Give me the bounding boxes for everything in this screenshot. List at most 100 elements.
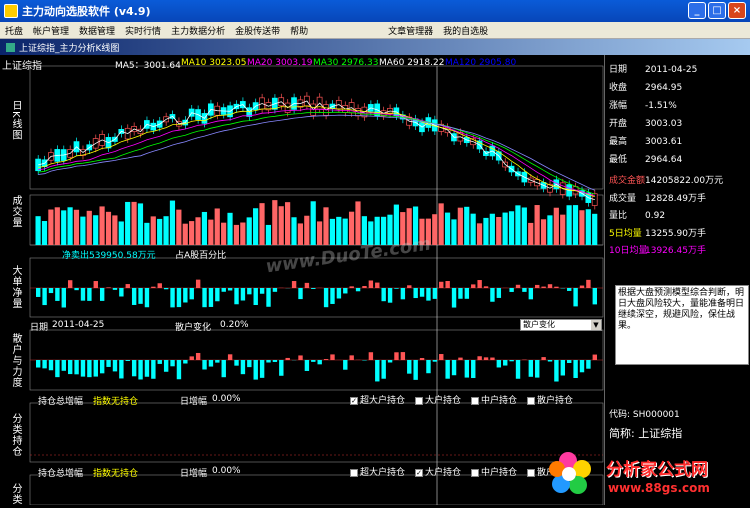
holding-checkbox[interactable]: ✓超大户持仓 (350, 396, 405, 406)
ma-label: MA20 3003.19 (247, 58, 312, 68)
checkbox-label: 中户持仓 (481, 396, 517, 406)
info-value: 0.92 (645, 211, 665, 221)
ma-label: MA5：3001.64 (115, 58, 181, 71)
ma-label: MA30 2976.33 (313, 58, 378, 68)
holding-checkbox[interactable]: ✓大户持仓 (415, 468, 461, 478)
checkbox-icon[interactable] (527, 397, 535, 405)
menu-help[interactable]: 帮助 (285, 24, 313, 37)
name-value: 上证综指 (638, 427, 682, 440)
day-inc-value-2: 0.00% (212, 466, 241, 476)
info-panel: 日期2011-04-25收盘2964.95涨幅-1.51%开盘3003.03最高… (604, 55, 750, 505)
holding-checkbox[interactable]: 散户持仓 (527, 396, 573, 406)
code-row: 代码: SH000001 (609, 407, 680, 420)
retail-label: 散户与力度 (8, 333, 23, 388)
info-value: 12828.49万手 (645, 194, 706, 204)
maximize-button[interactable]: □ (708, 2, 726, 19)
info-value: 13926.45万手 (645, 246, 706, 256)
info-value: 3003.03 (645, 119, 682, 129)
info-value: 2964.95 (645, 83, 682, 93)
minimize-button[interactable]: _ (688, 2, 706, 19)
ma-label: MA10 3023.05 (181, 58, 246, 68)
document-title-bar: 上证综指_主力分析K线图 (0, 39, 750, 55)
chart-area[interactable]: 上证综指 MA5：3001.64MA10 3023.05MA20 3003.19… (0, 55, 604, 505)
info-key: 10日均量 (609, 243, 645, 256)
checkbox-icon[interactable] (527, 469, 535, 477)
code-label: 代码: (609, 410, 630, 420)
hold-total-label-2: 持仓总增幅 (38, 466, 83, 479)
info-key: 收盘 (609, 80, 645, 93)
menu-golden[interactable]: 金股传送带 (230, 24, 285, 37)
holding-checkbox[interactable]: 大户持仓 (415, 396, 461, 406)
checkbox-label: 大户持仓 (425, 468, 461, 478)
big-order-label: 大单净量 (8, 265, 23, 309)
menu-articles[interactable]: 文章管理器 (383, 24, 438, 37)
holding-checkbox[interactable]: 中户持仓 (471, 396, 517, 406)
menu-account[interactable]: 帐户管理 (28, 24, 74, 37)
forecast-text: 根据大盘预测模型综合判断，明日大盘风险较大，量能准备明日继续深空，规避风险，保住… (615, 285, 749, 365)
menu-watchlist[interactable]: 我的自选股 (438, 24, 493, 37)
info-row: 开盘3003.03 (609, 116, 682, 129)
retail-change-label: 散户变化 (175, 320, 211, 333)
holding-label: 分类持仓 (8, 413, 23, 457)
net-sell-text: 净卖出539950.58万元 (62, 248, 156, 261)
info-value: 13255.90万手 (645, 229, 706, 239)
info-value: 2964.64 (645, 155, 682, 165)
checkbox-icon[interactable] (415, 397, 423, 405)
info-row: 量比0.92 (609, 208, 665, 221)
holding-checkbox[interactable]: 中户持仓 (471, 468, 517, 478)
info-key: 5日均量 (609, 226, 645, 239)
flower-logo-icon (548, 447, 604, 505)
checkbox-icon[interactable] (471, 469, 479, 477)
title-bar: 主力动向选股软件 (v4.9) _ □ × (0, 0, 750, 22)
day-inc-label-2: 日增幅 (180, 466, 207, 479)
info-value: 14205822.00万元 (645, 176, 723, 186)
info-row: 成交金额14205822.00万元 (609, 173, 723, 186)
hold-total-label: 持仓总增幅 (38, 394, 83, 407)
close-button[interactable]: × (728, 2, 746, 19)
menu-realtime[interactable]: 实时行情 (120, 24, 166, 37)
chart-canvas (0, 55, 604, 505)
name-row: 简称: 上证综指 (609, 425, 682, 441)
info-row: 涨幅-1.51% (609, 98, 677, 111)
checkbox-icon[interactable]: ✓ (350, 397, 358, 405)
checkbox-label: 中户持仓 (481, 468, 517, 478)
indicator-select[interactable]: 散户变化▼ (520, 319, 602, 331)
info-key: 日期 (609, 62, 645, 75)
info-key: 最高 (609, 134, 645, 147)
checkbox-icon[interactable] (471, 397, 479, 405)
info-row: 最低2964.64 (609, 152, 682, 165)
checkbox-label: 大户持仓 (425, 396, 461, 406)
app-icon (4, 4, 18, 18)
checkbox-label: 超大户持仓 (360, 396, 405, 406)
info-row: 最高3003.61 (609, 134, 682, 147)
code-value: SH000001 (633, 410, 680, 420)
info-value: -1.51% (645, 101, 677, 111)
day-inc-label: 日增幅 (180, 394, 207, 407)
chevron-down-icon[interactable]: ▼ (591, 320, 601, 330)
info-value: 2011-04-25 (645, 65, 697, 75)
info-key: 成交量 (609, 191, 645, 204)
holding2-label: 分类 (8, 483, 23, 505)
bull-pct-text: 占A股百分比 (175, 248, 226, 261)
name-label: 简称: (609, 427, 635, 440)
info-row: 成交量12828.49万手 (609, 191, 706, 204)
checkbox-icon[interactable] (350, 469, 358, 477)
menu-data[interactable]: 数据管理 (74, 24, 120, 37)
retail-change-value: 0.20% (220, 320, 249, 330)
date-value: 2011-04-25 (52, 320, 104, 330)
holding-checkbox[interactable]: 超大户持仓 (350, 468, 405, 478)
date-label: 日期 (30, 320, 48, 333)
info-key: 成交金额 (609, 173, 645, 186)
info-row: 10日均量13926.45万手 (609, 243, 706, 256)
info-row: 收盘2964.95 (609, 80, 682, 93)
menu-analysis[interactable]: 主力数据分析 (166, 24, 230, 37)
document-icon (6, 43, 15, 52)
info-key: 最低 (609, 152, 645, 165)
stock-name: 上证综指 (2, 57, 42, 72)
day-inc-value: 0.00% (212, 394, 241, 404)
volume-label: 成交量 (8, 195, 23, 228)
logo-title: 分析家公式网 (606, 455, 708, 480)
checkbox-icon[interactable]: ✓ (415, 469, 423, 477)
hold-total-value: 指数无持仓 (93, 394, 138, 407)
menu-tray[interactable]: 托盘 (0, 24, 28, 37)
